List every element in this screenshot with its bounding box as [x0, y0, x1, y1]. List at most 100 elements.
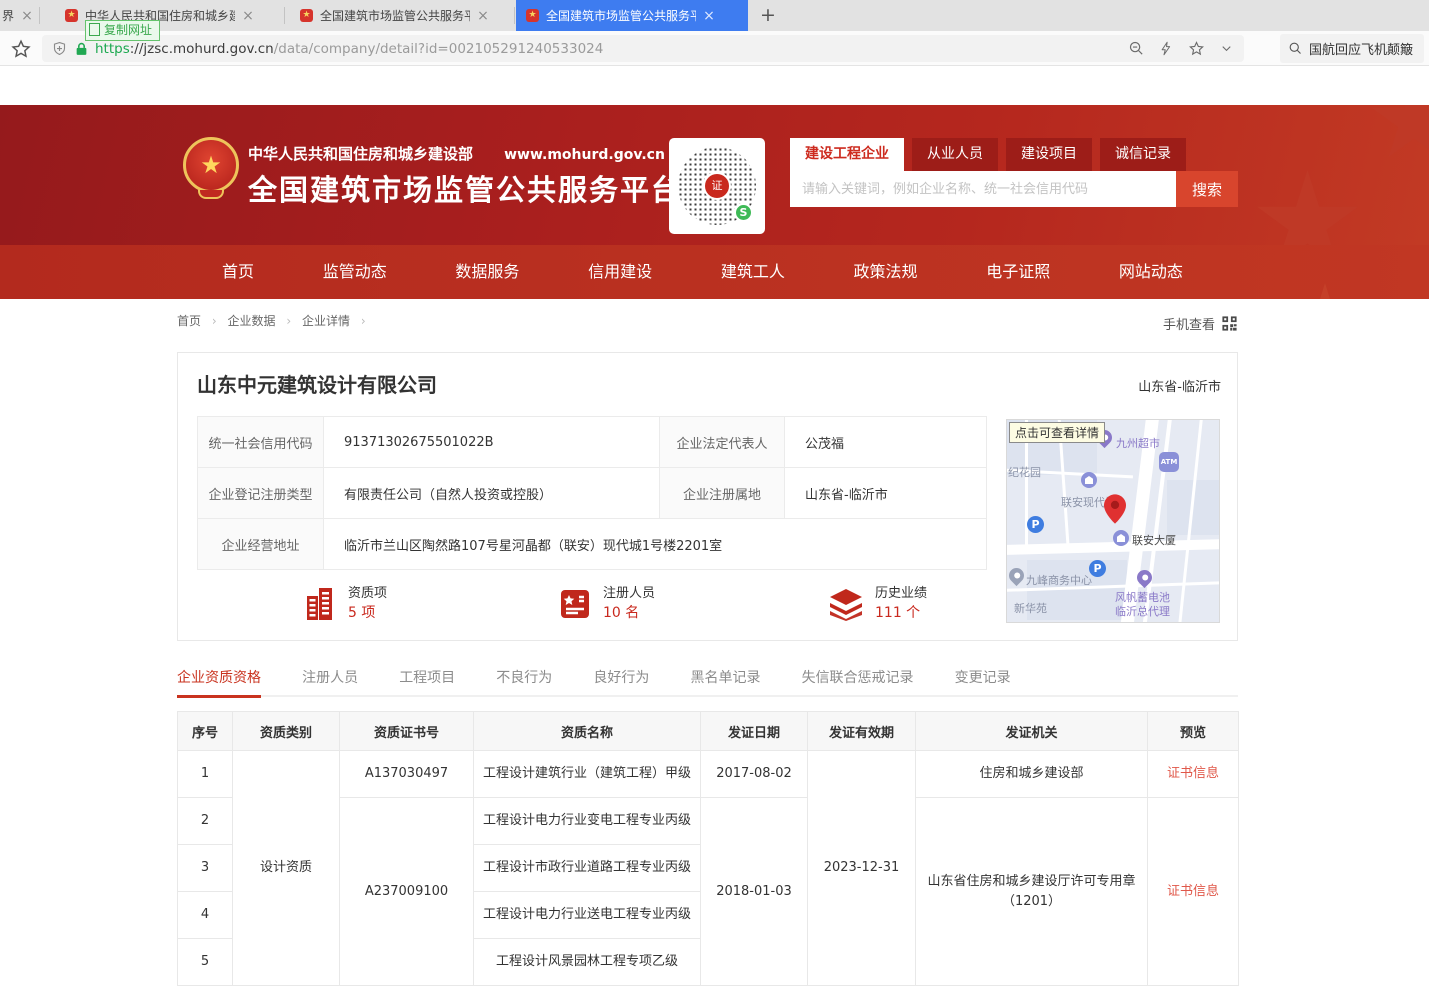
favorite-star-icon[interactable]	[1188, 40, 1205, 57]
wechat-badge-icon: S	[734, 203, 753, 222]
stat-qualifications[interactable]: 资质项 5 项	[303, 585, 387, 623]
cell-qual-name: 工程设计市政行业道路工程专业丙级	[474, 845, 701, 892]
nav-item-policy[interactable]: 政策法规	[854, 245, 918, 299]
certificate-book-icon	[558, 587, 592, 621]
miniprogram-qr-code: 证 S	[669, 138, 765, 234]
breadcrumb: 首页 › 企业数据 › 企业详情 › 手机查看	[177, 312, 1238, 338]
col-header-authority: 发证机关	[916, 712, 1148, 751]
nav-item-credit[interactable]: 信用建设	[588, 245, 652, 299]
company-location-map[interactable]: 九州超市 ATM 纪花园 联安现代城 联安大厦 P P 九峰商务中心 新华苑 风…	[1006, 419, 1220, 623]
tab-close-icon[interactable]: ×	[241, 8, 255, 24]
browser-tab-jzsc-1[interactable]: ★ 全国建筑市场监管公共服务平台 ×	[290, 0, 515, 31]
url-scheme: https	[95, 41, 130, 57]
reg-region-value: 山东省-临沂市	[785, 468, 987, 519]
search-tab-enterprise[interactable]: 建设工程企业	[790, 138, 904, 171]
new-tab-button[interactable]: +	[755, 3, 781, 28]
company-stats: 资质项 5 项 注册人员 10 名 历史业绩 111 个	[197, 581, 986, 635]
browser-toolbar: https://jzsc.mohurd.gov.cn/data/company/…	[0, 31, 1429, 66]
tab-change-records[interactable]: 变更记录	[955, 663, 1011, 695]
tab-label: 界	[2, 7, 14, 24]
bookmark-star-icon[interactable]	[10, 38, 32, 60]
url-text: https://jzsc.mohurd.gov.cn/data/company/…	[95, 41, 1118, 57]
stat-label: 历史业绩	[875, 585, 927, 603]
map-label-fengfan-2: 临沂总代理	[1115, 603, 1170, 619]
search-tab-personnel[interactable]: 从业人员	[912, 138, 998, 171]
tab-good-behavior[interactable]: 良好行为	[593, 663, 649, 695]
tab-blacklist[interactable]: 黑名单记录	[690, 663, 760, 695]
nav-item-supervision[interactable]: 监管动态	[323, 245, 387, 299]
url-path: /data/company/detail?id=0021052912405330…	[274, 41, 604, 57]
tab-projects[interactable]: 工程项目	[399, 663, 455, 695]
ministry-url: www.mohurd.gov.cn	[504, 147, 665, 163]
copy-url-label: 复制网址	[104, 21, 152, 40]
cell-qual-name: 工程设计电力行业送电工程专业丙级	[474, 892, 701, 939]
certificate-info-link[interactable]: 证书信息	[1167, 884, 1219, 899]
cell-no: 4	[178, 892, 233, 939]
legal-rep-label: 企业法定代表人	[660, 417, 785, 468]
stat-historical-performance[interactable]: 历史业绩 111 个	[828, 585, 927, 623]
stat-value: 10 名	[603, 603, 655, 623]
col-header-name: 资质名称	[474, 712, 701, 751]
col-header-valid-until: 发证有效期	[808, 712, 916, 751]
nav-item-home[interactable]: 首页	[222, 245, 254, 299]
flag-star-decoration	[1255, 170, 1360, 245]
national-emblem-logo: ★	[180, 137, 242, 213]
breadcrumb-enterprise-detail[interactable]: 企业详情	[302, 314, 350, 328]
secure-lock-icon	[75, 42, 88, 56]
chevron-down-icon[interactable]	[1219, 41, 1234, 56]
col-header-category: 资质类别	[233, 712, 340, 751]
detail-tab-bar: 企业资质资格 注册人员 工程项目 不良行为 良好行为 黑名单记录 失信联合惩戒记…	[177, 663, 1238, 697]
browser-tab-partial[interactable]: 界 ×	[0, 0, 40, 31]
search-tab-credit[interactable]: 诚信记录	[1100, 138, 1186, 171]
nav-item-e-license[interactable]: 电子证照	[986, 245, 1050, 299]
certificate-info-link[interactable]: 证书信息	[1167, 766, 1219, 781]
reader-lightning-icon[interactable]	[1159, 40, 1174, 57]
zoom-out-icon[interactable]	[1128, 40, 1145, 57]
emblem-favicon-icon: ★	[300, 9, 313, 22]
qr-center-logo: 证	[703, 172, 731, 200]
browser-tab-jzsc-active[interactable]: ★ 全国建筑市场监管公共服务平台 ×	[516, 0, 748, 31]
cell-no: 2	[178, 798, 233, 845]
tab-divider	[39, 7, 40, 24]
tab-label: 全国建筑市场监管公共服务平台	[546, 7, 696, 24]
address-bar-actions	[1128, 40, 1234, 57]
tab-close-icon[interactable]: ×	[476, 8, 490, 24]
layers-icon	[828, 587, 864, 621]
address-label: 企业经营地址	[198, 519, 324, 570]
tab-close-icon[interactable]: ×	[20, 8, 34, 24]
address-bar[interactable]: https://jzsc.mohurd.gov.cn/data/company/…	[42, 35, 1244, 62]
breadcrumb-home[interactable]: 首页	[177, 314, 201, 328]
search-tab-project[interactable]: 建设项目	[1006, 138, 1092, 171]
credit-code-value: 91371302675501022B	[324, 417, 660, 468]
emblem-ribbon	[198, 190, 224, 199]
company-info-table: 统一社会信用代码 91371302675501022B 企业法定代表人 公茂福 …	[197, 416, 987, 570]
tab-registered-personnel[interactable]: 注册人员	[302, 663, 358, 695]
table-header-row: 序号 资质类别 资质证书号 资质名称 发证日期 发证有效期 发证机关 预览	[178, 712, 1239, 751]
search-button[interactable]: 搜索	[1176, 171, 1238, 207]
tab-divider	[514, 7, 515, 24]
mobile-view-button[interactable]: 手机查看	[1163, 314, 1238, 333]
keyword-search-input[interactable]	[790, 171, 1176, 207]
tab-close-icon[interactable]: ×	[702, 8, 716, 24]
tab-dishonesty-records[interactable]: 失信联合惩戒记录	[802, 663, 914, 695]
browser-news-search[interactable]: 国航回应飞机颠簸	[1280, 34, 1424, 63]
map-label-xinhua: 新华苑	[1014, 600, 1047, 616]
building-poi-icon	[1113, 530, 1129, 546]
stat-registered-personnel[interactable]: 注册人员 10 名	[558, 585, 655, 623]
flag-star-decoration	[1370, 105, 1429, 165]
nav-item-workers[interactable]: 建筑工人	[721, 245, 785, 299]
atm-icon: ATM	[1159, 452, 1179, 472]
breadcrumb-separator: ›	[212, 314, 217, 328]
copy-icon	[91, 25, 100, 36]
nav-item-data-service[interactable]: 数据服务	[455, 245, 519, 299]
breadcrumb-enterprise-data[interactable]: 企业数据	[227, 314, 275, 328]
qualification-table: 序号 资质类别 资质证书号 资质名称 发证日期 发证有效期 发证机关 预览 1 …	[177, 711, 1239, 986]
tab-qualifications[interactable]: 企业资质资格	[177, 663, 261, 698]
site-permission-shield-icon[interactable]	[52, 41, 67, 56]
site-header: ★ 中华人民共和国住房和城乡建设部 www.mohurd.gov.cn 全国建筑…	[0, 105, 1429, 245]
cell-cert-no: A237009100	[340, 798, 474, 986]
tab-bad-behavior[interactable]: 不良行为	[496, 663, 552, 695]
nav-item-site-news[interactable]: 网站动态	[1119, 245, 1183, 299]
business-center-pin-icon	[1006, 565, 1027, 586]
cell-authority: 住房和城乡建设部	[916, 751, 1148, 798]
